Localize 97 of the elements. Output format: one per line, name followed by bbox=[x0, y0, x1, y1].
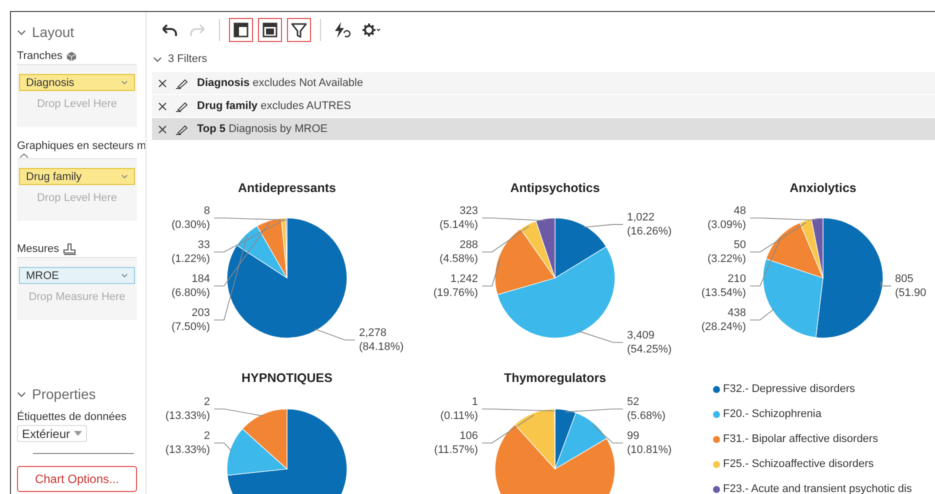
chart-options-button[interactable]: Chart Options... bbox=[17, 466, 137, 492]
data-label: 50 (3.22%) bbox=[707, 239, 746, 265]
chart-title: Antidepressants bbox=[237, 180, 337, 196]
data-label: 203 (7.50%) bbox=[171, 307, 210, 333]
data-label: 8 (0.30%) bbox=[171, 205, 210, 231]
chevron-icon[interactable] bbox=[121, 273, 128, 278]
leader-line bbox=[482, 414, 534, 444]
leader-line bbox=[564, 408, 624, 412]
panel-button[interactable] bbox=[229, 18, 253, 42]
drop-hint: Drop Measure Here bbox=[28, 290, 126, 304]
filter-text: Drug family excludes AUTRES bbox=[197, 100, 352, 112]
leader-line bbox=[482, 258, 501, 286]
filter-row[interactable]: Drug family excludes AUTRES bbox=[152, 95, 935, 118]
leader-line bbox=[880, 281, 892, 286]
data-label: 2 (13.33%) bbox=[165, 430, 210, 456]
chart-title: Thymoregulators bbox=[502, 370, 608, 386]
undo-icon bbox=[162, 24, 176, 37]
leader-line bbox=[314, 328, 356, 340]
filter-icon bbox=[290, 23, 306, 38]
chevron-icon[interactable] bbox=[17, 28, 26, 36]
chevron-icon[interactable] bbox=[121, 80, 128, 85]
gear-icon bbox=[362, 22, 380, 38]
panel-icon bbox=[233, 22, 248, 38]
legend-label: F32.- Depressive disorders bbox=[723, 383, 856, 395]
data-label: 3,409 (54.25%) bbox=[627, 329, 672, 356]
drop-hint: Drop Level Here bbox=[36, 191, 118, 205]
field-label: Étiquettes de données bbox=[17, 411, 128, 423]
legend-label: F20.- Schizophrenia bbox=[723, 408, 822, 420]
data-label: 2,278 (84.18%) bbox=[359, 327, 404, 354]
pencil-icon[interactable] bbox=[175, 124, 189, 134]
section-label: Graphiques en secteurs m bbox=[17, 140, 145, 152]
drop-hint: Drop Level Here bbox=[36, 97, 118, 111]
pencil-icon[interactable] bbox=[175, 100, 189, 112]
redo-icon bbox=[190, 24, 204, 37]
drop-zone[interactable]: MROE Drop Measure Here bbox=[17, 257, 137, 320]
filter-row[interactable]: Diagnosis excludes Not Available bbox=[152, 72, 935, 95]
data-label: 52 (5.68%) bbox=[627, 396, 666, 422]
data-label: 48 (3.09%) bbox=[707, 205, 746, 231]
filters-heading: 3 Filters bbox=[168, 53, 208, 65]
close-icon[interactable] bbox=[158, 78, 167, 88]
chart-title: Antipsychotics bbox=[509, 180, 601, 196]
chevron-icon[interactable] bbox=[121, 174, 128, 179]
data-label: 99 (10.81%) bbox=[627, 430, 672, 456]
data-label: 438 (28.24%) bbox=[701, 307, 746, 333]
data-label: 1,022 (16.26%) bbox=[627, 211, 672, 238]
section-label: Mesures bbox=[17, 243, 60, 255]
legend-label: F23.- Acute and transient psychotic dis bbox=[723, 483, 912, 494]
data-label: 106 (11.57%) bbox=[434, 430, 478, 456]
pill-label: MROE bbox=[26, 270, 59, 282]
table-icon bbox=[262, 22, 277, 38]
panel-heading: Properties bbox=[32, 386, 96, 402]
data-label: 1,242 (19.76%) bbox=[433, 273, 478, 299]
leader-line bbox=[582, 224, 624, 228]
leader-line bbox=[214, 408, 264, 416]
leader-line bbox=[482, 218, 546, 222]
panel-heading: Layout bbox=[32, 24, 74, 40]
chevron-icon[interactable] bbox=[17, 390, 26, 398]
table-button[interactable] bbox=[258, 18, 282, 42]
cube-icon bbox=[66, 50, 78, 62]
chart-title: HYPNOTIQUES bbox=[240, 370, 334, 386]
field-pill[interactable]: Diagnosis bbox=[19, 74, 135, 91]
chevron-icon[interactable] bbox=[153, 54, 162, 64]
pencil-icon[interactable] bbox=[175, 78, 189, 88]
drop-zone[interactable]: Diagnosis Drop Level Here bbox=[17, 64, 137, 127]
legend-label: F25.- Schizoaffective disorders bbox=[723, 458, 874, 470]
data-label: 1 (0.11%) bbox=[440, 396, 478, 422]
data-label: 210 (13.54%) bbox=[701, 273, 746, 299]
drop-zone[interactable]: Drug family Drop Level Here bbox=[17, 158, 137, 221]
stamp-icon bbox=[63, 243, 78, 255]
data-label: 323 (5.14%) bbox=[439, 205, 478, 231]
leader-line bbox=[578, 330, 624, 343]
caret-icon[interactable] bbox=[19, 153, 29, 158]
filter-button[interactable] bbox=[287, 18, 311, 42]
chart-title: Anxiolytics bbox=[788, 180, 858, 196]
close-icon[interactable] bbox=[158, 124, 167, 134]
filter-row[interactable]: Top 5 Diagnosis by MROE bbox=[152, 118, 935, 141]
pill-label: Diagnosis bbox=[26, 76, 74, 88]
pill-label: Drug family bbox=[26, 170, 82, 182]
dropdown[interactable]: Extérieur bbox=[17, 425, 88, 442]
lightning-icon bbox=[334, 22, 350, 38]
leader-line bbox=[482, 226, 530, 252]
data-label: 288 (4.58%) bbox=[439, 239, 478, 265]
caret-icon bbox=[74, 431, 82, 436]
field-pill[interactable]: MROE bbox=[19, 267, 135, 284]
section-label: Tranches bbox=[17, 50, 62, 62]
field-pill[interactable]: Drug family bbox=[19, 168, 135, 185]
close-icon[interactable] bbox=[158, 102, 167, 110]
leader-line bbox=[750, 308, 774, 320]
legend-label: F31.- Bipolar affective disorders bbox=[723, 433, 878, 445]
filter-text: Top 5 Diagnosis by MROE bbox=[197, 123, 328, 135]
data-label: 33 (1.22%) bbox=[171, 239, 210, 265]
leader-line bbox=[214, 442, 232, 452]
leader-line bbox=[592, 424, 624, 444]
data-label: 184 (6.80%) bbox=[171, 273, 210, 299]
data-label: 805 (51.90 bbox=[895, 272, 926, 299]
filter-text: Diagnosis excludes Not Available bbox=[197, 77, 364, 89]
data-label: 2 (13.33%) bbox=[165, 396, 210, 422]
